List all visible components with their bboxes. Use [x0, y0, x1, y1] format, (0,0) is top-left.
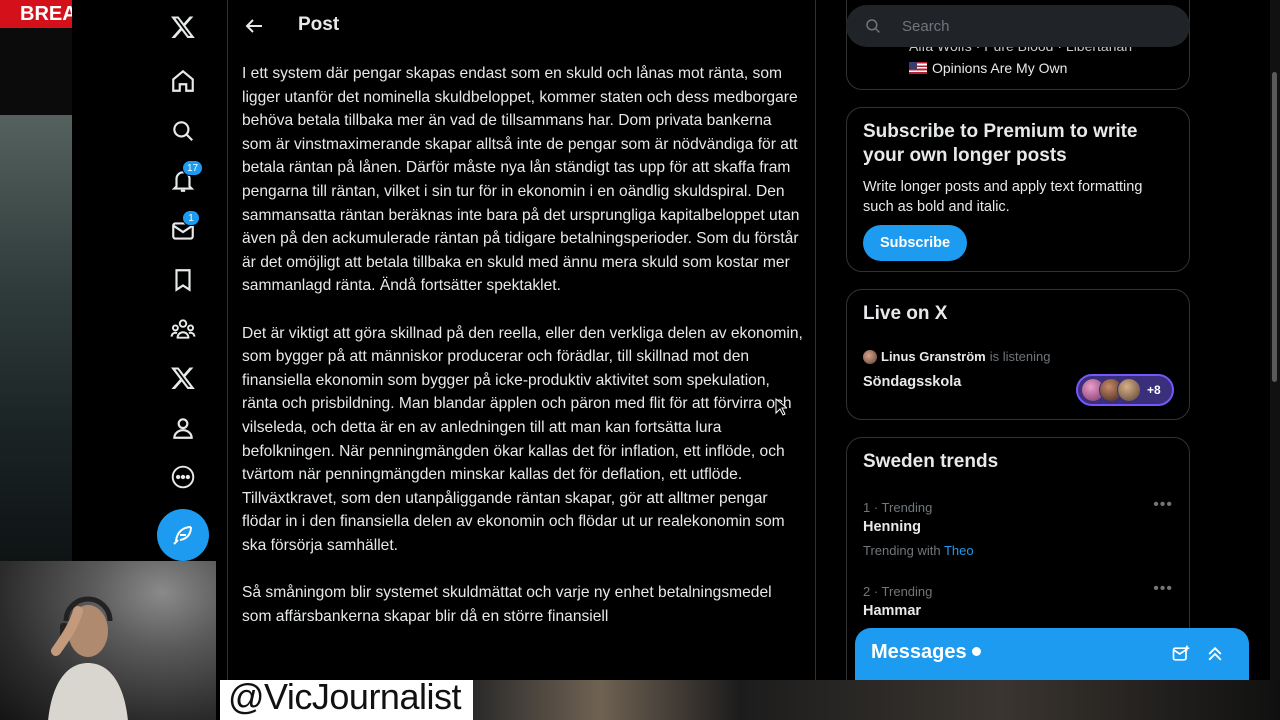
more-dots-icon[interactable]: •••: [1153, 496, 1173, 514]
trend-name: Henning: [863, 519, 921, 535]
messages-badge: 1: [182, 210, 200, 226]
breaking-news-bar: [0, 28, 72, 114]
trend-meta: 2 · Trending: [863, 584, 933, 599]
live-host-name: Linus Granström: [881, 349, 986, 364]
back-arrow-icon[interactable]: [242, 14, 266, 38]
post-column: Post I ett system där pengar skapas enda…: [228, 0, 816, 720]
avatar: [863, 349, 877, 364]
live-host-row[interactable]: Linus Granström is listening: [863, 349, 1050, 364]
breaking-news-label: BREA: [0, 0, 72, 28]
scrollbar-thumb[interactable]: [1272, 72, 1277, 382]
more-dots-icon[interactable]: •••: [1153, 580, 1173, 598]
bookmark-icon[interactable]: [170, 267, 196, 293]
webcam-overlay: [0, 561, 216, 720]
subscribe-button[interactable]: Subscribe: [863, 225, 967, 261]
feather-icon: [173, 526, 192, 545]
live-card: Live on X Linus Granström is listening S…: [846, 289, 1190, 420]
new-message-icon[interactable]: [1171, 644, 1191, 664]
trend-related: Trending with Theo: [863, 543, 974, 558]
home-icon[interactable]: [170, 68, 196, 94]
trend-related-link[interactable]: Theo: [944, 543, 974, 558]
avatar: [1117, 378, 1141, 402]
trends-title: Sweden trends: [863, 451, 999, 472]
premium-card: Subscribe to Premium to write your own l…: [846, 107, 1190, 272]
x-premium-icon[interactable]: [170, 365, 196, 391]
streamer-handle: @VicJournalist: [228, 676, 461, 717]
article-body: I ett system där pengar skapas endast so…: [242, 62, 804, 652]
communities-icon[interactable]: [170, 316, 196, 342]
post-header: Post: [228, 0, 815, 52]
us-flag-icon: [909, 62, 927, 74]
page-title: Post: [298, 14, 340, 35]
mouse-cursor-icon: [775, 398, 787, 416]
streamer-silhouette: [48, 596, 128, 720]
trend-name: Hammar: [863, 603, 922, 619]
search-bar[interactable]: [846, 5, 1190, 47]
premium-title: Subscribe to Premium to write your own l…: [863, 121, 1138, 166]
messages-drawer[interactable]: Messages: [855, 628, 1249, 680]
premium-description: Write longer posts and apply text format…: [863, 179, 1143, 215]
right-sidebar: Alfa Wolfs · Pure Blood · Libertarian Op…: [816, 0, 1280, 720]
article-paragraph: Det är viktigt att göra skillnad på den …: [242, 324, 803, 554]
x-logo-icon[interactable]: [170, 14, 196, 40]
compose-post-button[interactable]: [157, 509, 209, 561]
messages-title: Messages: [871, 641, 981, 664]
profile-icon[interactable]: [170, 415, 196, 441]
notifications-badge: 17: [182, 160, 204, 176]
notifications-icon[interactable]: 17: [170, 160, 204, 194]
search-icon: [866, 19, 880, 33]
listener-count: +8: [1147, 383, 1161, 397]
space-listeners-pill[interactable]: +8: [1076, 374, 1174, 406]
profile-bio-line: Opinions Are My Own: [909, 60, 1067, 76]
trend-item[interactable]: 1 · Trending Henning Trending with Theo …: [847, 496, 1189, 580]
expand-chevron-icon[interactable]: [1205, 644, 1225, 664]
live-title: Live on X: [863, 303, 948, 324]
article-paragraph: Så småningom blir systemet skuldmättat o…: [242, 584, 772, 625]
article-paragraph: I ett system där pengar skapas endast so…: [242, 65, 800, 295]
live-host-status: is listening: [989, 349, 1051, 364]
more-icon[interactable]: [170, 464, 196, 490]
search-input[interactable]: [902, 17, 1162, 35]
space-title[interactable]: Söndagsskola: [863, 374, 961, 390]
mail-icon[interactable]: 1: [170, 210, 200, 244]
search-icon[interactable]: [170, 118, 196, 144]
unread-dot: [971, 647, 981, 656]
trend-meta: 1 · Trending: [863, 500, 933, 515]
